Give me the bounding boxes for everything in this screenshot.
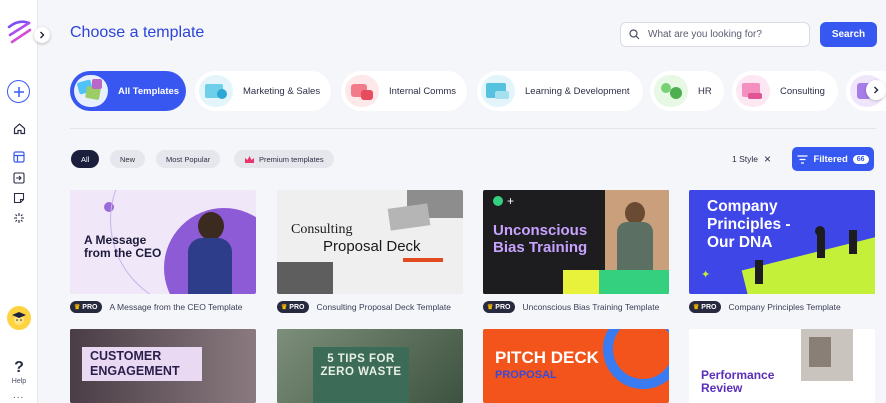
sidebar: ? Help ... [0, 0, 38, 403]
template-card[interactable]: PITCH DECK PROPOSAL [483, 329, 669, 403]
category-learning-development[interactable]: Learning & Development [477, 71, 643, 111]
import-icon[interactable] [11, 170, 27, 186]
expand-sidebar-button[interactable] [34, 27, 50, 43]
category-thumbnail [345, 75, 379, 107]
category-label: All Templates [118, 85, 180, 97]
card-meta: ♛ PRO Unconscious Bias Training Template [483, 301, 669, 313]
card-title: Company Principles Template [728, 302, 841, 312]
sparkle-ai-icon[interactable] [11, 210, 27, 226]
preview-heading-line1: Consulting [291, 222, 353, 237]
category-marketing-sales[interactable]: Marketing & Sales [195, 71, 331, 111]
app-logo[interactable] [6, 18, 34, 46]
category-label: HR [698, 85, 712, 97]
template-card[interactable]: Performance Review [689, 329, 875, 403]
card-title: A Message from the CEO Template [109, 302, 243, 312]
style-filter-label: 1 Style [732, 154, 758, 164]
help-button[interactable]: ? Help [6, 359, 32, 386]
more-options[interactable]: ... [13, 390, 24, 401]
category-thumbnail [736, 75, 770, 107]
home-icon[interactable] [11, 120, 27, 136]
preview-heading: CUSTOMER ENGAGEMENT [82, 347, 202, 381]
category-thumbnail [654, 75, 688, 107]
question-icon: ? [14, 359, 24, 376]
card-meta: ♛ PRO Company Principles Template [689, 301, 875, 313]
filter-icon [797, 154, 808, 164]
search-button[interactable]: Search [820, 22, 877, 47]
help-label: Help [11, 378, 27, 385]
filter-chip-label: Premium templates [259, 154, 324, 164]
filter-chip-premium[interactable]: Premium templates [234, 150, 334, 168]
divider [70, 128, 876, 129]
filtered-label: Filtered [813, 153, 848, 165]
category-label: Consulting [780, 85, 825, 97]
template-card[interactable]: A Message from the CEO ♛ PRO A Message fr… [70, 190, 256, 313]
preview-heading: Performance Review [701, 368, 775, 395]
filter-chip-most-popular[interactable]: Most Popular [156, 150, 221, 168]
category-label: Learning & Development [525, 85, 630, 97]
category-label: Internal Comms [389, 85, 457, 97]
academy-avatar[interactable] [7, 306, 31, 330]
template-card[interactable]: ✦ Company Principles - Our DNA ♛ PRO Comp… [689, 190, 875, 313]
app-root: ? Help ... Choose a template Search All … [0, 0, 886, 403]
graduation-cap-icon [12, 312, 26, 325]
preview-heading: A Message from the CEO [84, 233, 162, 260]
style-filter-pill[interactable]: 1 Style × [732, 152, 771, 166]
crown-icon [245, 155, 254, 163]
category-list: All Templates Marketing & Sales Internal… [70, 71, 886, 111]
chevron-right-icon [40, 31, 45, 39]
pro-badge: ♛ PRO [483, 301, 516, 313]
filtered-button[interactable]: Filtered 66 [792, 147, 874, 171]
crown-icon: ♛ [487, 304, 494, 311]
templates-icon[interactable] [11, 149, 27, 165]
create-new-button[interactable] [7, 80, 30, 103]
category-scroll-right-button[interactable] [866, 80, 886, 100]
category-thumbnail [74, 75, 108, 107]
template-preview: Consulting Proposal Deck [277, 190, 463, 294]
template-preview: A Message from the CEO [70, 190, 256, 294]
category-internal-comms[interactable]: Internal Comms [341, 71, 467, 111]
chevron-right-icon [874, 86, 879, 94]
category-all-templates[interactable]: All Templates [70, 71, 186, 111]
crown-icon: ♛ [281, 304, 288, 311]
card-title: Unconscious Bias Training Template [522, 302, 660, 312]
crown-icon: ♛ [693, 304, 700, 311]
category-label: Marketing & Sales [243, 85, 321, 97]
filtered-count-badge: 66 [852, 154, 869, 164]
page-title: Choose a template [70, 24, 205, 41]
preview-heading-line2: Proposal Deck [323, 238, 421, 255]
search-icon [629, 29, 640, 40]
template-card[interactable]: CUSTOMER ENGAGEMENT [70, 329, 256, 403]
template-card[interactable]: + Unconscious Bias Training ♛ PRO Unconsc… [483, 190, 669, 313]
crown-icon: ♛ [74, 304, 81, 311]
category-consulting[interactable]: Consulting [732, 71, 838, 111]
category-thumbnail [199, 75, 233, 107]
search-input[interactable] [648, 29, 798, 40]
filter-chip-all[interactable]: All [71, 150, 100, 168]
preview-heading-line1: PITCH DECK [495, 348, 599, 367]
filter-chip-new[interactable]: New [110, 150, 146, 168]
template-card[interactable]: 5 TIPS FOR ZERO WASTE [277, 329, 463, 403]
preview-heading: Company Principles - Our DNA [707, 198, 791, 251]
preview-heading: Unconscious Bias Training [493, 222, 588, 256]
preview-heading-line2: PROPOSAL [495, 369, 557, 381]
card-meta: ♛ PRO Consulting Proposal Deck Template [277, 301, 463, 313]
search-field[interactable] [620, 22, 810, 47]
card-meta: ♛ PRO A Message from the CEO Template [70, 301, 256, 313]
card-title: Consulting Proposal Deck Template [316, 302, 451, 312]
plus-icon [13, 86, 24, 97]
pro-badge: ♛ PRO [689, 301, 722, 313]
clear-style-filter-icon[interactable]: × [764, 152, 771, 166]
template-preview: ✦ Company Principles - Our DNA [689, 190, 875, 294]
category-hr[interactable]: HR [650, 71, 724, 111]
category-thumbnail [481, 75, 515, 107]
preview-heading: 5 TIPS FOR ZERO WASTE [320, 353, 402, 378]
notes-icon[interactable] [11, 190, 27, 206]
template-card[interactable]: Consulting Proposal Deck ♛ PRO Consulting… [277, 190, 463, 313]
pro-badge: ♛ PRO [70, 301, 103, 313]
template-preview: + Unconscious Bias Training [483, 190, 669, 294]
pro-badge: ♛ PRO [277, 301, 310, 313]
